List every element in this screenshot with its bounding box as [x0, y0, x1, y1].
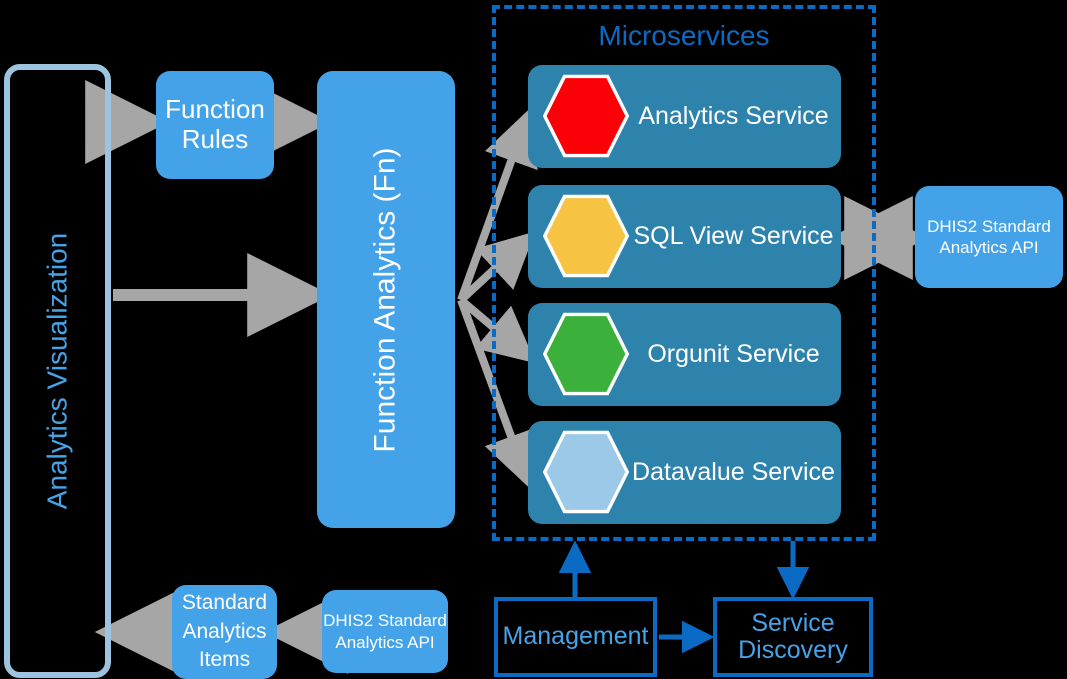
dhis2-api-bottom-line1: DHIS2 Standard [323, 611, 447, 631]
service-discovery-line1: Service [751, 608, 835, 637]
standard-analytics-items-text: Standard Analytics Items [182, 589, 267, 674]
hexagon-yellow-icon [543, 194, 629, 278]
microservices-title: Microservices [598, 20, 770, 51]
management-label: Management [502, 622, 649, 651]
dhis2-api-right-text: DHIS2 Standard Analytics API [927, 216, 1051, 259]
dhis2-standard-analytics-api-bottom[interactable]: DHIS2 Standard Analytics API [322, 590, 448, 673]
service-card-datavalue[interactable]: Datavalue Service [528, 421, 841, 524]
service-discovery-box[interactable]: Service Discovery [713, 597, 873, 677]
service-label-sql-view: SQL View Service [633, 222, 834, 250]
hexagon-lightblue-icon [543, 430, 629, 514]
hexagon-green-icon [543, 312, 629, 396]
standard-items-line2: Analytics [182, 619, 267, 643]
architecture-diagram: Analytics Visualization Function Rules F… [0, 0, 1067, 679]
dhis2-api-right-line1: DHIS2 Standard [927, 216, 1051, 236]
service-label-datavalue: Datavalue Service [632, 458, 835, 486]
dhis2-api-bottom-line2: Analytics API [335, 632, 435, 652]
service-label-analytics: Analytics Service [638, 102, 829, 130]
service-discovery-line2: Discovery [738, 636, 848, 664]
function-rules-box[interactable]: Function Rules [156, 71, 274, 179]
service-label-orgunit: Orgunit Service [647, 340, 820, 368]
function-rules-label: Function Rules [165, 94, 265, 154]
standard-items-line1: Standard [181, 591, 268, 615]
service-discovery-text: Service Discovery [738, 608, 848, 665]
hexagon-red-icon [543, 74, 629, 158]
analytics-visualization-container[interactable]: Analytics Visualization [4, 64, 111, 678]
service-card-sql-view[interactable]: SQL View Service [528, 185, 841, 288]
standard-analytics-items-box[interactable]: Standard Analytics Items [172, 585, 277, 679]
analytics-visualization-label: Analytics Visualization [41, 232, 73, 510]
dhis2-api-bottom-text: DHIS2 Standard Analytics API [323, 610, 447, 653]
standard-items-line3: Items [198, 648, 251, 672]
function-analytics-label: Function Analytics (Fn) [369, 146, 402, 453]
dhis2-api-right-line2: Analytics API [939, 238, 1039, 257]
service-card-orgunit[interactable]: Orgunit Service [528, 303, 841, 406]
service-card-analytics[interactable]: Analytics Service [528, 65, 841, 168]
management-box[interactable]: Management [494, 597, 657, 677]
dhis2-standard-analytics-api-right[interactable]: DHIS2 Standard Analytics API [915, 186, 1063, 288]
function-analytics-box[interactable]: Function Analytics (Fn) [317, 71, 455, 528]
